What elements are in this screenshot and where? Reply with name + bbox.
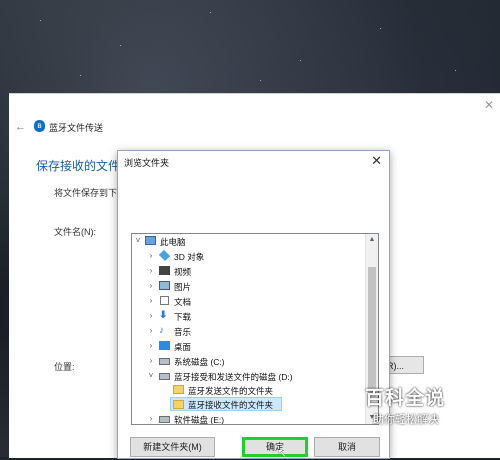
chevron-right-icon[interactable]: › [147,281,155,290]
location-label: 位置: [54,362,75,372]
tree-item-label: 系统磁盘 (C:) [174,357,225,367]
cancel-button[interactable]: 取消 [314,437,380,457]
folder-icon [173,400,184,409]
tree-item-3d-objects[interactable]: › 3D 对象 [132,249,364,263]
tree-item-label: 蓝牙发送文件的文件夹 [188,386,274,396]
folder-tree[interactable]: ˅ 此电脑 › 3D 对象 › 视频 › 图片 › 文档 › ⬇ 下载 › ♪ … [131,233,379,425]
chevron-right-icon[interactable]: › [147,326,155,335]
desktop-icon [159,341,170,350]
tree-item-label: 图片 [174,282,192,292]
3d-objects-icon [158,249,171,262]
chevron-right-icon[interactable]: › [147,251,155,260]
music-icon: ♪ [159,325,164,336]
ok-button[interactable]: 确定 [242,437,308,457]
browse-folder-dialog: 浏览文件夹 ✕ ˅ 此电脑 › 3D 对象 › 视频 › 图片 › 文档 › ⬇… [117,150,390,460]
tree-item-label: 此电脑 [160,237,186,247]
tree-item-this-pc[interactable]: ˅ 此电脑 [132,234,364,248]
tree-item-documents[interactable]: › 文档 [132,294,364,308]
chevron-right-icon[interactable]: › [147,296,155,305]
chevron-down-icon[interactable]: ˅ [134,236,142,245]
tree-item-label: 3D 对象 [174,252,205,262]
page-heading: 保存接收的文件 [36,159,121,173]
tree-item-drive-c[interactable]: › 系统磁盘 (C:) [132,354,364,368]
tree-item-label: 音乐 [174,327,192,337]
new-folder-button[interactable]: 新建文件夹(M) [130,437,215,457]
scroll-thumb[interactable] [368,267,376,397]
chevron-right-icon[interactable]: › [147,356,155,365]
tree-item-label: 桌面 [174,342,192,352]
drive-icon [159,358,170,365]
watermark-title: 百科全说 [365,388,446,409]
tree-item-label: 视频 [174,267,192,277]
watermark-subtitle: 助你轻松解决 [373,414,439,426]
tree-item-desktop[interactable]: › 桌面 [132,339,364,353]
video-icon [159,266,170,275]
close-icon[interactable]: ✕ [371,153,382,169]
drive-icon [159,373,170,380]
tree-item-receive-folder[interactable]: 蓝牙接收文件的文件夹 [170,397,282,411]
tree-item-label: 蓝牙接收文件的文件夹 [188,400,274,410]
tree-item-drive-e[interactable]: › 软件磁盘 (E:) [132,412,364,425]
bluetooth-icon: ʙ [34,120,45,132]
window-title: 蓝牙文件传送 [49,123,104,133]
chevron-right-icon[interactable]: › [147,266,155,275]
mouse-cursor-icon: ↖ [277,446,288,460]
filename-label: 文件名(N): [54,227,96,237]
tree-item-downloads[interactable]: › ⬇ 下载 [132,309,364,323]
tree-item-label: 软件磁盘 (E:) [174,415,225,425]
tree-item-label: 文档 [174,297,192,307]
tree-item-drive-d[interactable]: ˅ 蓝牙接受和发送文件的磁盘 (D:) [132,369,364,383]
tree-item-send-folder[interactable]: 蓝牙发送文件的文件夹 [132,383,364,397]
back-arrow-icon[interactable]: ← [15,121,26,133]
download-icon: ⬇ [159,310,168,321]
dialog-title: 浏览文件夹 [124,158,170,168]
close-icon[interactable]: ✕ [484,98,494,112]
tree-item-label: 蓝牙接受和发送文件的磁盘 (D:) [174,372,293,382]
chevron-right-icon[interactable]: › [147,341,155,350]
computer-icon [145,236,156,245]
documents-icon [160,296,169,305]
tree-item-videos[interactable]: › 视频 [132,264,364,278]
tree-item-pictures[interactable]: › 图片 [132,279,364,293]
tree-item-label: 下载 [174,312,192,322]
drive-icon [159,416,170,423]
tree-item-music[interactable]: › ♪ 音乐 [132,324,364,338]
chevron-right-icon[interactable]: › [147,414,155,423]
chevron-down-icon[interactable]: ˅ [147,371,155,380]
chevron-right-icon[interactable]: › [147,311,155,320]
folder-icon [173,385,184,394]
description-text: 将文件保存到下 [54,188,118,198]
pictures-icon [159,281,170,290]
scroll-up-icon[interactable]: ▲ [366,234,378,246]
